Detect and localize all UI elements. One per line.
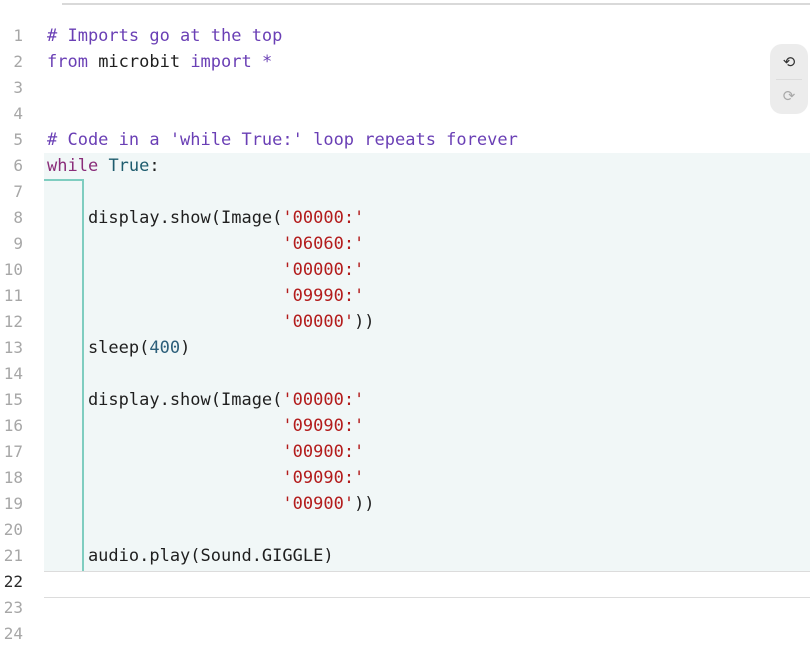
line-number: 20 xyxy=(3,520,23,539)
code-text: audio.play(Sound.GIGGLE) xyxy=(47,546,334,566)
line-number: 12 xyxy=(3,312,23,331)
code-line-16[interactable]: '09090:' xyxy=(47,413,767,439)
redo-icon: ⟳ xyxy=(782,87,796,105)
keyword-import: import xyxy=(190,52,252,72)
line-number: 9 xyxy=(13,234,23,253)
line-number: 16 xyxy=(3,416,23,435)
line-number: 19 xyxy=(3,494,23,513)
code-line-23[interactable] xyxy=(47,595,767,621)
line-number: 10 xyxy=(3,260,23,279)
keyword-while: while xyxy=(47,156,99,176)
code-text: )) xyxy=(354,312,375,332)
code-text: ) xyxy=(180,338,191,358)
line-number: 17 xyxy=(3,442,23,461)
code-line-9[interactable]: '06060:' xyxy=(47,231,767,257)
undo-redo-panel: ⟲ ⟳ xyxy=(770,44,808,114)
line-number: 8 xyxy=(13,208,23,227)
code-line-3[interactable] xyxy=(47,75,767,101)
keyword-from: from xyxy=(47,52,88,72)
code-line-22[interactable] xyxy=(47,569,767,595)
line-number: 24 xyxy=(3,624,23,643)
line-number: 5 xyxy=(13,130,23,149)
string-literal: '09090:' xyxy=(282,416,365,436)
top-divider xyxy=(62,3,810,5)
code-area[interactable]: # Imports go at the top from microbit im… xyxy=(47,23,767,646)
string-literal: '00000:' xyxy=(282,208,365,228)
code-text: display.show(Image( xyxy=(47,208,283,228)
code-line-24[interactable] xyxy=(47,621,767,646)
code-line-19[interactable]: '00900')) xyxy=(47,491,767,517)
module-name: microbit xyxy=(87,52,191,72)
code-line-21[interactable]: audio.play(Sound.GIGGLE) xyxy=(47,543,767,569)
code-line-8[interactable]: display.show(Image('00000:' xyxy=(47,205,767,231)
string-literal: '00000' xyxy=(282,312,355,332)
code-line-15[interactable]: display.show(Image('00000:' xyxy=(47,387,767,413)
code-line-5[interactable]: # Code in a 'while True:' loop repeats f… xyxy=(47,127,767,153)
string-literal: '00900:' xyxy=(282,442,365,462)
line-number: 21 xyxy=(3,546,23,565)
code-line-2[interactable]: from microbit import * xyxy=(47,49,767,75)
line-number: 4 xyxy=(13,104,23,123)
line-number: 14 xyxy=(3,364,23,383)
string-literal: '09990:' xyxy=(282,286,365,306)
string-literal: '00000:' xyxy=(282,260,365,280)
string-literal: '06060:' xyxy=(282,234,365,254)
line-number: 15 xyxy=(3,390,23,409)
code-line-14[interactable] xyxy=(47,361,767,387)
colon: : xyxy=(149,156,160,176)
line-number-gutter: 1 2 3 4 5 6 7 8 9 10 11 12 13 14 15 16 1… xyxy=(0,23,36,646)
comment: # Code in a 'while True:' loop repeats f… xyxy=(47,130,518,150)
code-line-4[interactable] xyxy=(47,101,767,127)
code-line-11[interactable]: '09990:' xyxy=(47,283,767,309)
string-literal: '09090:' xyxy=(282,468,365,488)
code-line-18[interactable]: '09090:' xyxy=(47,465,767,491)
line-number: 13 xyxy=(3,338,23,357)
code-text: display.show(Image( xyxy=(47,390,283,410)
code-line-10[interactable]: '00000:' xyxy=(47,257,767,283)
code-text: sleep( xyxy=(47,338,150,358)
code-line-1[interactable]: # Imports go at the top xyxy=(47,23,767,49)
line-number: 6 xyxy=(13,156,23,175)
number-literal: 400 xyxy=(149,338,181,358)
string-literal: '00000:' xyxy=(282,390,365,410)
redo-button[interactable]: ⟳ xyxy=(770,80,808,112)
undo-button[interactable]: ⟲ xyxy=(770,46,808,78)
line-number: 7 xyxy=(13,182,23,201)
string-literal: '00900' xyxy=(282,494,355,514)
code-line-20[interactable] xyxy=(47,517,767,543)
code-line-17[interactable]: '00900:' xyxy=(47,439,767,465)
line-number: 1 xyxy=(13,26,23,45)
comment: # Imports go at the top xyxy=(47,26,283,46)
line-number: 3 xyxy=(13,78,23,97)
code-line-13[interactable]: sleep(400) xyxy=(47,335,767,361)
code-line-6[interactable]: while True: xyxy=(47,153,767,179)
line-number: 11 xyxy=(3,286,23,305)
code-line-12[interactable]: '00000')) xyxy=(47,309,767,335)
undo-icon: ⟲ xyxy=(782,53,796,71)
line-number-current: 22 xyxy=(3,572,23,591)
line-number: 23 xyxy=(3,598,23,617)
line-number: 18 xyxy=(3,468,23,487)
code-line-7[interactable] xyxy=(47,179,767,205)
line-number: 2 xyxy=(13,52,23,71)
constant-true: True xyxy=(108,156,150,176)
code-editor[interactable]: 1 2 3 4 5 6 7 8 9 10 11 12 13 14 15 16 1… xyxy=(0,0,810,646)
code-text: )) xyxy=(354,494,375,514)
import-star: * xyxy=(251,52,273,72)
